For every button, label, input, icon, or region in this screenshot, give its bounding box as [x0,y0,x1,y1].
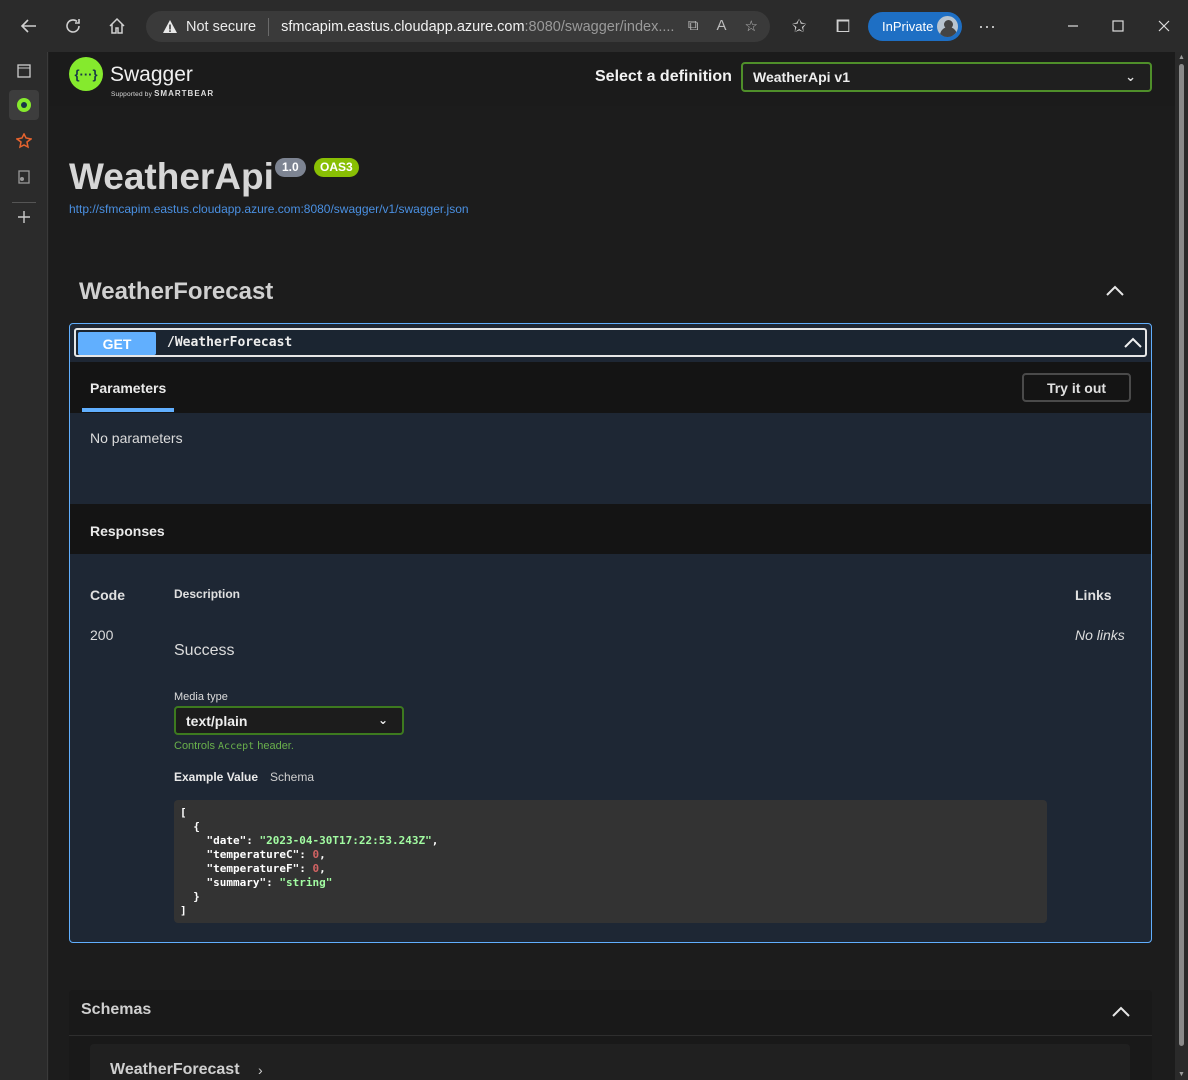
api-title: WeatherApi [69,156,274,197]
logo-sub-prefix: Supported by [111,91,153,98]
tab-parameters[interactable]: Parameters [90,380,166,396]
browser-sidebar [0,52,48,1080]
back-icon[interactable] [13,10,45,42]
chevron-down-icon: ⌄ [377,713,388,727]
swagger-tab-icon[interactable] [9,90,39,120]
responses-title: Responses [90,523,165,539]
warning-icon [163,19,177,33]
column-links: Links [1075,587,1112,603]
example-temperature-f: 0 [312,862,320,875]
schemas-divider [69,1035,1152,1036]
url-path: :8080/swagger/index.... [524,18,675,35]
schemas-title[interactable]: Schemas [81,1001,151,1019]
select-definition-label: Select a definition [595,68,732,85]
media-type-value: text/plain [186,712,248,729]
app-available-icon[interactable]: ⧉ [688,17,699,35]
tab-active-indicator [82,408,174,412]
tab-example-value[interactable]: Example Value [174,770,258,784]
controls-code: Accept [218,741,255,752]
operation-path: /WeatherForecast [167,335,293,350]
home-icon[interactable] [101,10,133,42]
maximize-icon[interactable] [1095,12,1141,40]
media-type-select[interactable]: text/plain ⌄ [174,706,404,735]
column-description: Description [174,587,241,601]
chevron-down-icon: ⌄ [1125,69,1136,84]
oas-badge: OAS3 [314,158,359,177]
response-links: No links [1075,627,1125,643]
swagger-logo-icon: {···} [69,57,103,91]
tab-schema[interactable]: Schema [270,770,314,784]
tab-actions-icon[interactable] [9,56,39,86]
read-aloud-icon[interactable]: A [717,17,727,35]
parameters-header: Parameters Try it out [70,362,1151,413]
responses-header: Responses [70,504,1151,554]
add-favorite-icon[interactable]: ☆ [745,17,758,35]
response-code: 200 [90,627,114,643]
try-it-out-button[interactable]: Try it out [1022,373,1131,402]
example-value-code: [ { "date": "2023-04-30T17:22:53.243Z", … [174,800,1047,923]
swagger-topbar: {···} Swagger Supported by SMARTBEAR Sel… [49,52,1175,106]
security-label[interactable]: Not secure [186,19,256,35]
example-summary: "string" [279,876,333,889]
operation-block-get: GET /WeatherForecast Parameters Try it o… [69,323,1152,943]
controls-suffix: header. [257,740,294,752]
url-host: sfmcapim.eastus.cloudapp.azure.com [281,18,525,35]
refresh-icon[interactable] [57,10,89,42]
example-temperature-c: 0 [312,848,320,861]
address-bar[interactable]: Not secure sfmcapim.eastus.cloudapp.azur… [146,11,770,42]
sidebar-app-icon[interactable] [9,126,39,156]
tag-collapse-icon[interactable] [1104,280,1126,302]
schemas-collapse-icon[interactable] [1110,1001,1132,1023]
scrollbar-thumb[interactable] [1179,64,1184,1046]
minimize-icon[interactable] [1050,12,1096,40]
example-date: "2023-04-30T17:22:53.243Z" [259,834,432,847]
browser-window: Not secure sfmcapim.eastus.cloudapp.azur… [0,0,1188,1080]
logo-sub-brand: SMARTBEAR [154,89,215,98]
address-actions: ⧉ A ☆ [688,17,758,35]
media-type-label: Media type [174,691,228,703]
method-badge: GET [78,332,156,355]
address-separator [268,17,270,36]
scroll-down-icon[interactable]: ▼ [1178,1071,1185,1078]
sidebar-doc-icon[interactable] [9,162,39,192]
operation-collapse-icon[interactable] [1123,333,1143,353]
chevron-right-icon: › [258,1062,263,1078]
column-code: Code [90,587,125,603]
inprivate-label: InPrivate [882,19,934,34]
favorites-icon[interactable]: ✩ [783,10,815,42]
add-icon[interactable] [9,202,39,232]
schemas-section: Schemas WeatherForecast › [69,990,1152,1080]
swagger-logo[interactable]: {···} Swagger Supported by SMARTBEAR [69,57,213,98]
collections-icon[interactable]: ⧠ [827,10,859,42]
definition-select[interactable]: WeatherApi v1 ⌄ [741,62,1152,92]
operation-summary[interactable]: GET /WeatherForecast [74,328,1147,357]
profile-avatar-icon[interactable] [935,14,960,39]
more-options-icon[interactable]: ··· [971,10,1003,42]
definition-selected: WeatherApi v1 [753,69,850,85]
tag-title[interactable]: WeatherForecast [79,278,273,306]
scroll-up-icon[interactable]: ▲ [1178,54,1185,61]
swagger-logo-text: Swagger [110,62,193,86]
controls-prefix: Controls [174,740,215,752]
controls-accept-note: Controls Accept header. [174,740,294,752]
page-scrollbar[interactable]: ▲ ▼ [1175,52,1188,1080]
close-icon[interactable] [1141,12,1187,40]
inprivate-badge[interactable]: InPrivate [868,12,962,41]
no-parameters-text: No parameters [90,430,183,446]
response-description: Success [174,642,235,659]
version-badge: 1.0 [275,158,306,177]
model-name: WeatherForecast [110,1061,240,1078]
browser-toolbar: Not secure sfmcapim.eastus.cloudapp.azur… [0,0,1188,52]
swagger-logo-sub: Supported by SMARTBEAR [111,89,214,98]
model-weatherforecast[interactable]: WeatherForecast › [90,1044,1130,1080]
swagger-page: {···} Swagger Supported by SMARTBEAR Sel… [49,52,1175,1080]
spec-url-link[interactable]: http://sfmcapim.eastus.cloudapp.azure.co… [69,202,469,216]
